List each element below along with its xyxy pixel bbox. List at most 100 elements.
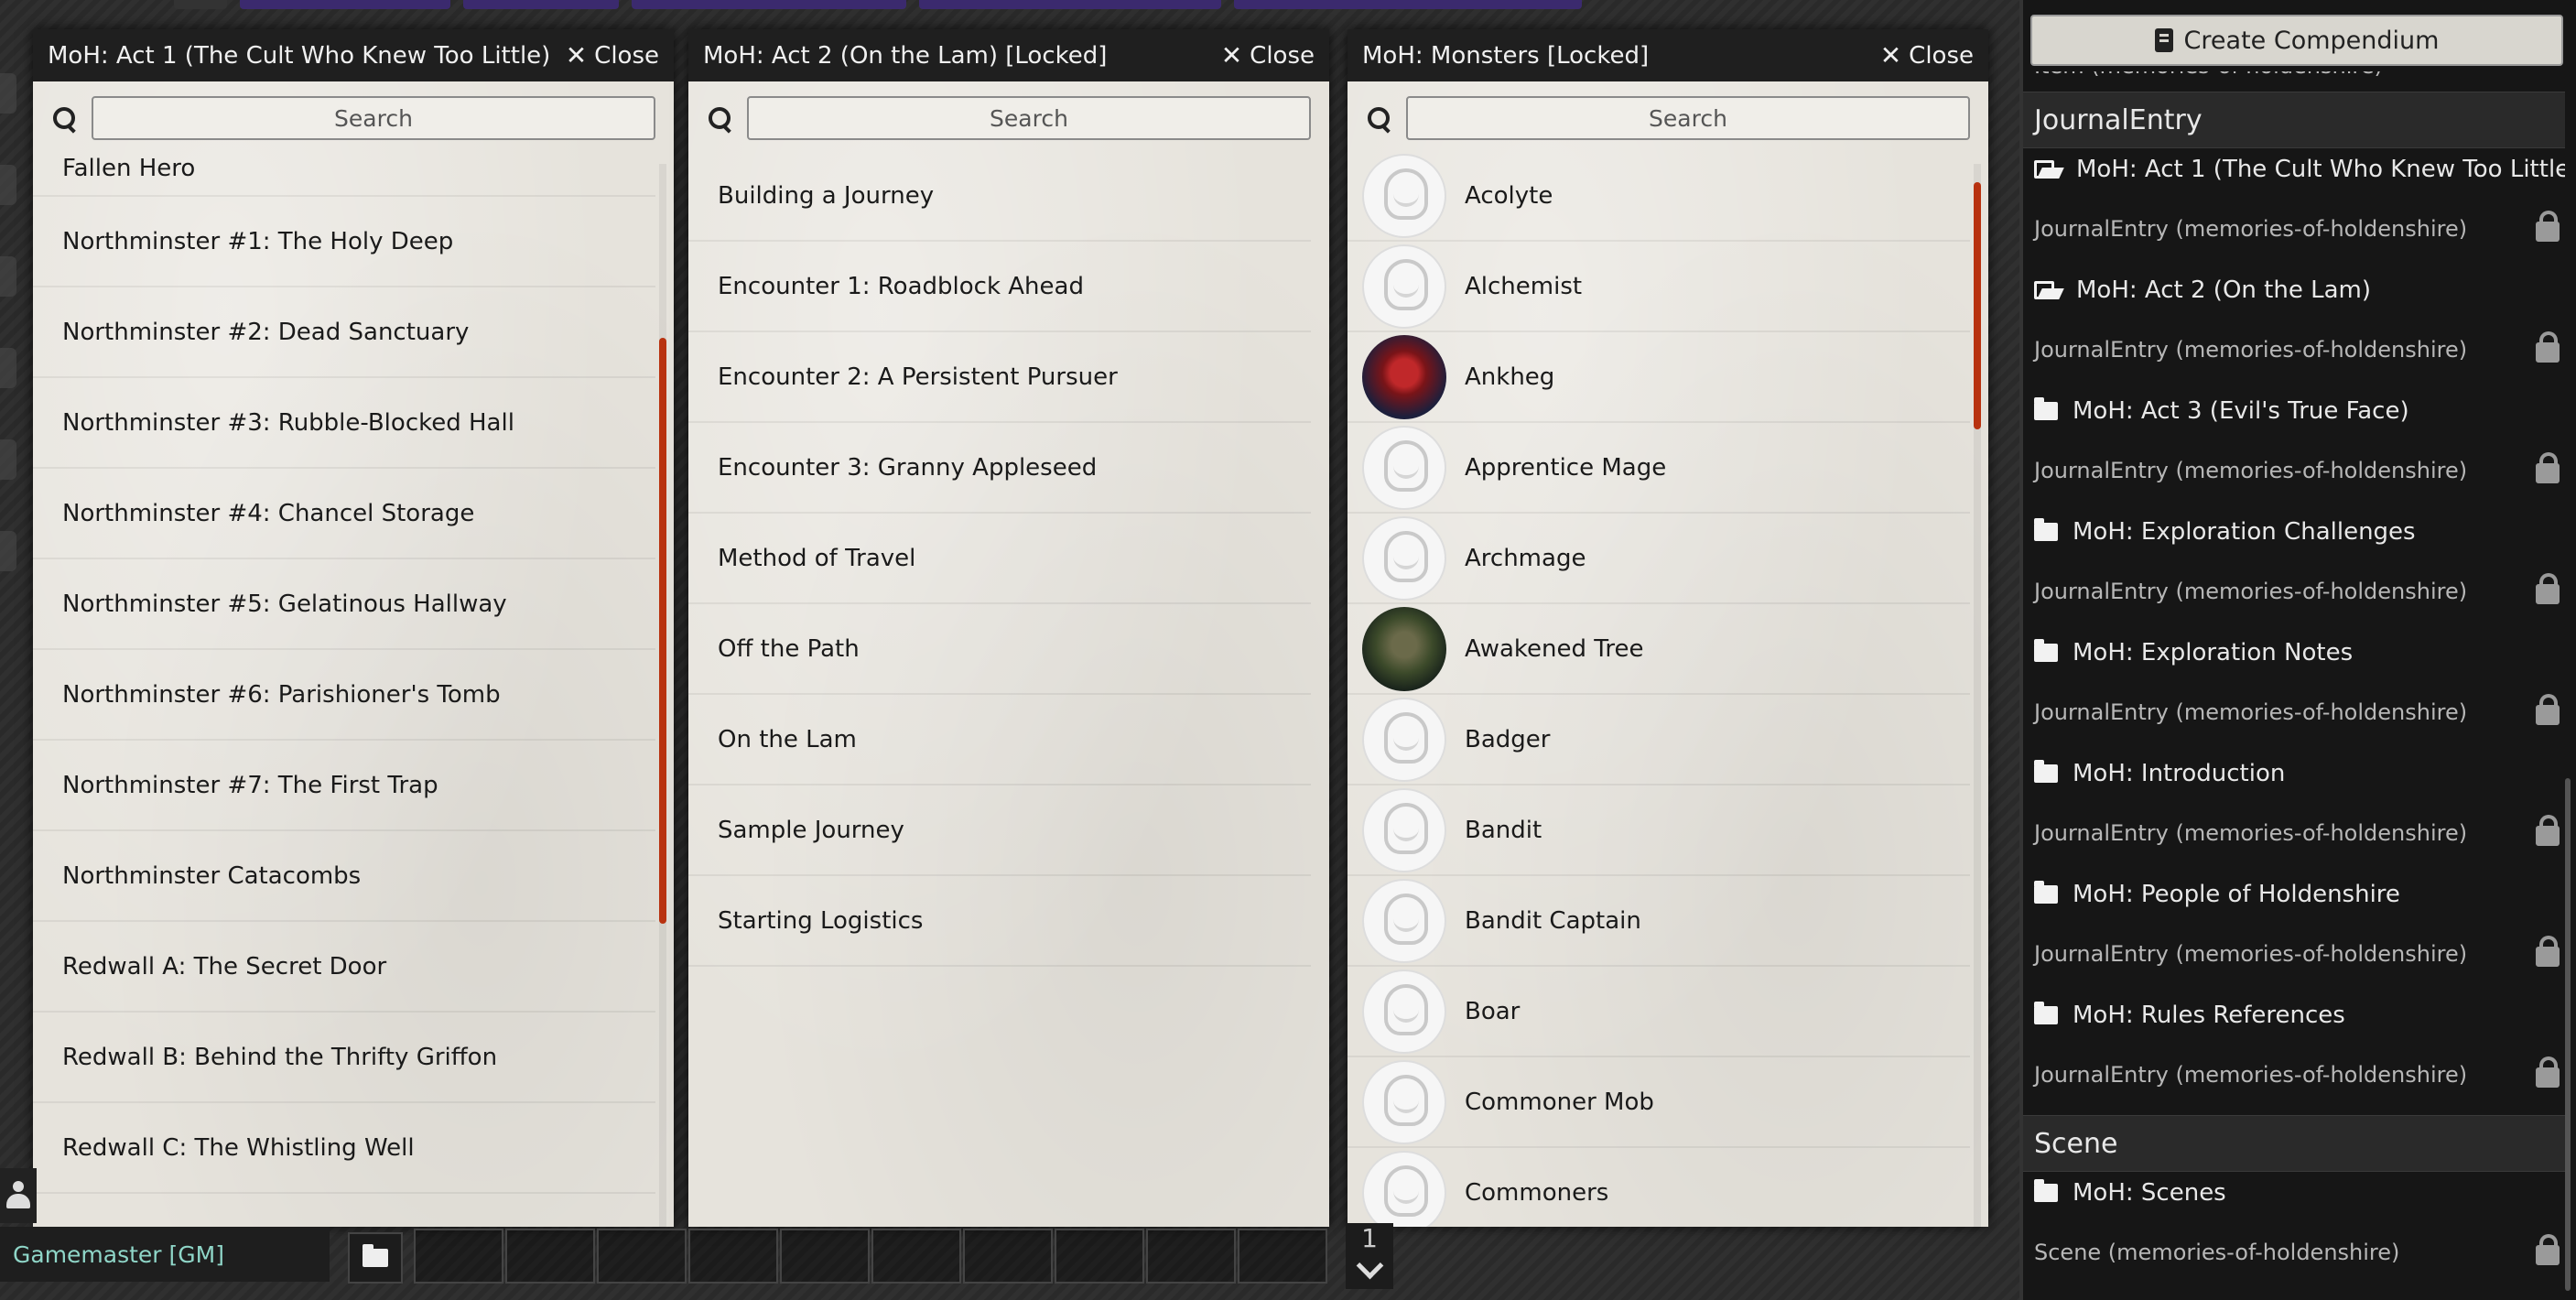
macro-slot[interactable] bbox=[871, 1229, 961, 1284]
lock-icon[interactable] bbox=[2536, 211, 2560, 242]
journal-entry-item[interactable]: Northminster #2: Dead Sanctuary bbox=[33, 287, 655, 378]
journal-entry-item[interactable]: Northminster #6: Parishioner's Tomb bbox=[33, 650, 655, 741]
journal-entry-item[interactable]: Sample Journey bbox=[688, 785, 1311, 876]
macro-slot[interactable] bbox=[1055, 1229, 1144, 1284]
compendium-pack[interactable]: MoH: Act 3 (Evil's True Face) JournalEntr… bbox=[2023, 390, 2565, 511]
pack-title[interactable]: MoH: Act 2 (On the Lam) bbox=[2034, 276, 2371, 304]
actor-entry-item[interactable]: Bandit Captain bbox=[1348, 876, 1970, 967]
journal-entry-item[interactable]: Fallen Hero bbox=[33, 155, 655, 197]
compendium-pack[interactable]: MoH: People of Holdenshire JournalEntry (… bbox=[2023, 873, 2565, 994]
compendium-pack[interactable]: MoH: Scenes Scene (memories-of-holdenshir… bbox=[2023, 1172, 2565, 1293]
compendium-pack[interactable]: MoH: Act 1 (The Cult Who Knew Too Little… bbox=[2023, 148, 2565, 269]
lock-icon[interactable] bbox=[2536, 1056, 2560, 1088]
compendium-pack[interactable]: MoH: Exploration Notes JournalEntry (memo… bbox=[2023, 632, 2565, 753]
journal-entry-item[interactable]: Off the Path bbox=[688, 604, 1311, 695]
pack-title[interactable]: MoH: Scenes bbox=[2034, 1179, 2226, 1207]
journal-entry-item[interactable]: Building a Journey bbox=[688, 151, 1311, 242]
search-input[interactable] bbox=[92, 96, 655, 140]
compendium-pack[interactable]: MoH: Rules References JournalEntry (memor… bbox=[2023, 994, 2565, 1115]
close-button[interactable]: ✕ Close bbox=[1221, 40, 1315, 70]
scene-tab[interactable] bbox=[174, 0, 227, 9]
macro-slot[interactable] bbox=[505, 1229, 595, 1284]
macro-slot[interactable] bbox=[1238, 1229, 1327, 1284]
scrollbar-thumb[interactable] bbox=[1974, 182, 1981, 429]
journal-entry-item[interactable]: Northminster #5: Gelatinous Hallway bbox=[33, 559, 655, 650]
control-tool[interactable] bbox=[0, 165, 16, 205]
pack-title[interactable]: MoH: Rules References bbox=[2034, 1002, 2345, 1029]
pack-title[interactable]: MoH: People of Holdenshire bbox=[2034, 881, 2400, 908]
lock-icon[interactable] bbox=[2536, 694, 2560, 725]
compendium-pack[interactable]: MoH: Introduction JournalEntry (memories-… bbox=[2023, 753, 2565, 873]
journal-entry-item[interactable]: Starting Logistics bbox=[688, 876, 1311, 967]
actor-entry-item[interactable]: Boar bbox=[1348, 967, 1970, 1057]
search-input[interactable] bbox=[1406, 96, 1970, 140]
lock-icon[interactable] bbox=[2536, 452, 2560, 483]
pack-title[interactable]: MoH: Act 3 (Evil's True Face) bbox=[2034, 397, 2409, 425]
control-tool[interactable] bbox=[0, 348, 16, 388]
control-tool[interactable] bbox=[0, 256, 16, 297]
window-header[interactable]: MoH: Act 2 (On the Lam) [Locked] ✕ Close bbox=[688, 29, 1329, 81]
macro-slot[interactable] bbox=[414, 1229, 503, 1284]
pack-group-header[interactable]: JournalEntry bbox=[2023, 92, 2565, 148]
pack-title[interactable]: MoH: Act 1 (The Cult Who Knew Too Little… bbox=[2034, 156, 2565, 183]
pack-title[interactable]: MoH: Exploration Notes bbox=[2034, 639, 2353, 666]
journal-entry-item[interactable]: Northminster Catacombs bbox=[33, 831, 655, 922]
players-toggle[interactable] bbox=[0, 1168, 37, 1223]
window-header[interactable]: MoH: Monsters [Locked] ✕ Close bbox=[1348, 29, 1988, 81]
compendium-pack[interactable]: MoH: Exploration Challenges JournalEntry … bbox=[2023, 511, 2565, 632]
sidebar-scrollbar[interactable] bbox=[2565, 778, 2571, 1291]
close-button[interactable]: ✕ Close bbox=[1880, 40, 1974, 70]
actor-entry-item[interactable]: Commoner Mob bbox=[1348, 1057, 1970, 1148]
close-button[interactable]: ✕ Close bbox=[566, 40, 659, 70]
macro-slot[interactable] bbox=[688, 1229, 778, 1284]
actor-entry-item[interactable]: Alchemist bbox=[1348, 242, 1970, 332]
macro-slot[interactable] bbox=[1146, 1229, 1236, 1284]
macro-slot[interactable] bbox=[780, 1229, 870, 1284]
macro-slot[interactable] bbox=[597, 1229, 687, 1284]
journal-entry-item[interactable]: Encounter 2: A Persistent Pursuer bbox=[688, 332, 1311, 423]
actor-entry-item[interactable]: Awakened Tree bbox=[1348, 604, 1970, 695]
journal-entry-item[interactable]: On the Lam bbox=[688, 695, 1311, 785]
scene-tab[interactable] bbox=[463, 0, 619, 9]
actor-entry-item[interactable]: Acolyte bbox=[1348, 151, 1970, 242]
journal-entry-item[interactable]: Redwall C: The Whistling Well bbox=[33, 1103, 655, 1194]
chevron-down-icon[interactable] bbox=[1356, 1251, 1383, 1280]
lock-icon[interactable] bbox=[2536, 573, 2560, 604]
journal-entry-item[interactable]: Encounter 3: Granny Appleseed bbox=[688, 423, 1311, 514]
lock-icon[interactable] bbox=[2536, 815, 2560, 846]
lock-icon[interactable] bbox=[2536, 936, 2560, 967]
journal-entry-item[interactable]: Northminster #1: The Holy Deep bbox=[33, 197, 655, 287]
macro-slot[interactable] bbox=[963, 1229, 1053, 1284]
journal-entry-item[interactable]: Northminster #4: Chancel Storage bbox=[33, 469, 655, 559]
scene-tab[interactable] bbox=[1234, 0, 1582, 9]
scene-tab[interactable] bbox=[240, 0, 450, 9]
scene-tab[interactable] bbox=[632, 0, 906, 9]
scene-tab[interactable] bbox=[919, 0, 1221, 9]
journal-entry-item[interactable]: Northminster #7: The First Trap bbox=[33, 741, 655, 831]
journal-entry-item[interactable]: Redwall B: Behind the Thrifty Griffon bbox=[33, 1013, 655, 1103]
create-compendium-button[interactable]: Create Compendium bbox=[2030, 15, 2563, 66]
journal-entry-item[interactable]: Northminster #3: Rubble-Blocked Hall bbox=[33, 378, 655, 469]
actor-entry-item[interactable]: Ankheg bbox=[1348, 332, 1970, 423]
journal-entry-item[interactable]: Redwall A: The Secret Door bbox=[33, 922, 655, 1013]
actor-entry-item[interactable]: Badger bbox=[1348, 695, 1970, 785]
scrollbar-thumb[interactable] bbox=[659, 338, 666, 924]
actor-entry-item[interactable]: Commoners bbox=[1348, 1148, 1970, 1227]
window-header[interactable]: MoH: Act 1 (The Cult Who Knew Too Little… bbox=[33, 29, 674, 81]
compendium-pack[interactable]: MoH: Act 2 (On the Lam) JournalEntry (mem… bbox=[2023, 269, 2565, 390]
lock-icon[interactable] bbox=[2536, 331, 2560, 363]
search-input[interactable] bbox=[747, 96, 1311, 140]
control-tool[interactable] bbox=[0, 73, 16, 114]
lock-icon[interactable] bbox=[2536, 1234, 2560, 1265]
actor-entry-item[interactable]: Apprentice Mage bbox=[1348, 423, 1970, 514]
pack-title[interactable]: MoH: Exploration Challenges bbox=[2034, 518, 2416, 546]
control-tool[interactable] bbox=[0, 439, 16, 480]
actor-entry-item[interactable]: Archmage bbox=[1348, 514, 1970, 604]
journal-entry-item[interactable]: Encounter 1: Roadblock Ahead bbox=[688, 242, 1311, 332]
hotbar-page-control[interactable]: 1 bbox=[1346, 1223, 1393, 1289]
pack-group-header[interactable]: Scene bbox=[2023, 1115, 2565, 1172]
actor-entry-item[interactable]: Bandit bbox=[1348, 785, 1970, 876]
macro-directory-button[interactable] bbox=[348, 1232, 403, 1284]
journal-entry-item[interactable]: Method of Travel bbox=[688, 514, 1311, 604]
control-tool[interactable] bbox=[0, 531, 16, 571]
